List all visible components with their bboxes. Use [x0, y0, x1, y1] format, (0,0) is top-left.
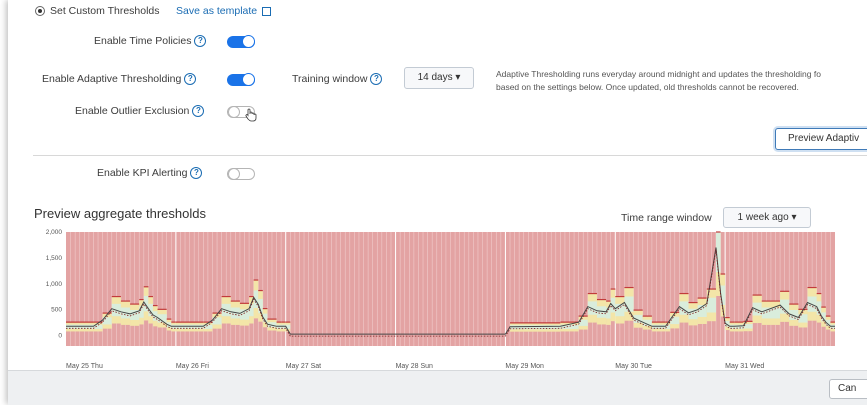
kpi-alerting-text: Enable KPI Alerting: [97, 167, 188, 179]
custom-thresholds-radio[interactable]: [35, 6, 45, 16]
y-tick-label: 2,000: [46, 229, 63, 236]
help-icon[interactable]: ?: [190, 167, 203, 180]
normal-threshold-band: [587, 301, 597, 315]
time-policies-label: Enable Time Policies?: [94, 35, 207, 48]
y-tick-label: 0: [58, 333, 62, 340]
x-tick-label: May 31 Wed: [725, 363, 764, 370]
adaptive-note-line-1: Adaptive Thresholding runs everyday arou…: [496, 69, 821, 79]
outlier-exclusion-label: Enable Outlier Exclusion?: [75, 105, 205, 118]
y-tick-label: 1,500: [46, 255, 63, 262]
y-tick-label: 1,000: [46, 281, 63, 288]
footer-bar: Can: [8, 370, 867, 405]
y-tick-label: 500: [51, 307, 62, 314]
aggregate-threshold-chart: 2,000 1,500 1,000 500 0 May 25 Thu May 26 Fri M…: [46, 229, 835, 370]
time-policies-toggle[interactable]: [227, 35, 255, 48]
help-icon[interactable]: ?: [194, 35, 207, 48]
help-icon[interactable]: ?: [192, 105, 205, 118]
radio-selected-dot: [38, 9, 42, 13]
normal-threshold-band: [734, 324, 744, 329]
kpi-alerting-label: Enable KPI Alerting?: [97, 167, 203, 180]
section-divider: [33, 155, 867, 156]
x-tick-label: May 26 Fri: [176, 363, 210, 370]
adaptive-thresholding-toggle[interactable]: [227, 73, 255, 86]
help-icon[interactable]: ?: [184, 73, 197, 86]
x-tick-label: May 28 Sun: [396, 363, 433, 370]
kpi-alerting-toggle[interactable]: [227, 168, 255, 180]
x-tick-label: May 25 Thu: [66, 363, 103, 370]
custom-thresholds-label: Set Custom Thresholds: [50, 5, 160, 17]
adaptive-note-line-2: based on the settings below. Once update…: [496, 82, 799, 92]
x-tick-label: May 30 Tue: [615, 363, 652, 370]
training-window-text: Training window: [292, 73, 368, 85]
outlier-exclusion-text: Enable Outlier Exclusion: [75, 105, 190, 117]
x-tick-label: May 27 Sat: [286, 363, 321, 370]
external-link-icon: [262, 6, 272, 16]
threshold-settings-panel: Set Custom Thresholds Save as template E…: [8, 0, 867, 405]
preview-adaptive-button[interactable]: Preview Adaptiv: [775, 128, 867, 150]
adaptive-thresholding-text: Enable Adaptive Thresholding: [42, 73, 182, 85]
preview-title: Preview aggregate thresholds: [34, 206, 206, 221]
cancel-button[interactable]: Can: [829, 379, 867, 399]
time-range-label: Time range window: [621, 212, 712, 224]
adaptive-thresholding-note: Adaptive Thresholding runs everyday arou…: [496, 68, 821, 94]
time-policies-text: Enable Time Policies: [94, 35, 192, 47]
training-window-dropdown[interactable]: 14 days ▾: [404, 67, 474, 89]
help-icon[interactable]: ?: [370, 73, 383, 86]
save-as-template-text: Save as template: [176, 5, 258, 17]
hand-cursor-icon: [245, 108, 257, 122]
adaptive-thresholding-label: Enable Adaptive Thresholding?: [42, 73, 197, 86]
x-tick-label: May 29 Mon: [505, 363, 544, 370]
time-range-dropdown[interactable]: 1 week ago ▾: [723, 207, 811, 228]
normal-threshold-band: [610, 297, 616, 313]
training-window-label: Training window?: [292, 73, 383, 86]
save-as-template-link[interactable]: Save as template: [176, 5, 272, 17]
normal-threshold-band: [706, 297, 716, 313]
